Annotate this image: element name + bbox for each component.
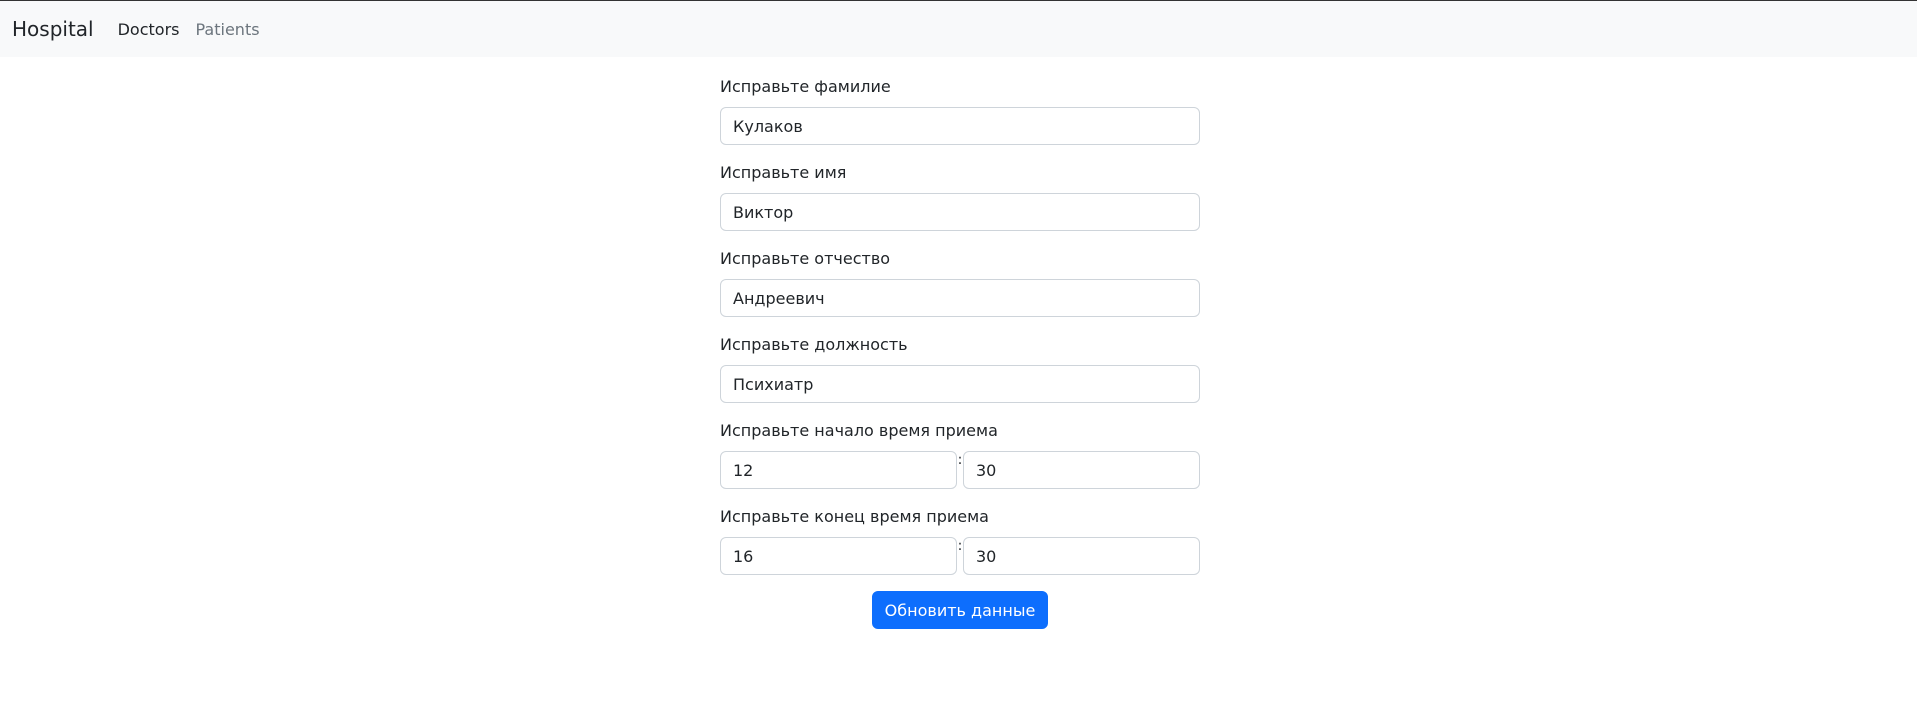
- end-minutes-input[interactable]: [963, 537, 1200, 575]
- end-time-label: Исправьте конец время приема: [720, 507, 989, 526]
- name-input[interactable]: [720, 193, 1200, 231]
- start-time-label: Исправьте начало время приема: [720, 421, 998, 440]
- submit-row: Обновить данные: [720, 591, 1200, 629]
- position-group: Исправьте должность: [720, 335, 1200, 403]
- start-time-group: Исправьте начало время приема :: [720, 421, 1200, 489]
- start-time-row: :: [720, 451, 1200, 489]
- surname-label: Исправьте фамилие: [720, 77, 891, 96]
- navbar-brand[interactable]: Hospital: [12, 1, 94, 57]
- patronymic-input[interactable]: [720, 279, 1200, 317]
- end-time-row: :: [720, 537, 1200, 575]
- navbar: Hospital Doctors Patients: [0, 1, 1917, 57]
- position-input[interactable]: [720, 365, 1200, 403]
- end-hours-input[interactable]: [720, 537, 957, 575]
- nav-link-doctors[interactable]: Doctors: [118, 20, 180, 39]
- name-label: Исправьте имя: [720, 163, 847, 182]
- update-data-button[interactable]: Обновить данные: [871, 591, 1049, 629]
- end-time-group: Исправьте конец время приема :: [720, 507, 1200, 575]
- patronymic-label: Исправьте отчество: [720, 249, 891, 268]
- surname-group: Исправьте фамилие: [720, 77, 1200, 145]
- name-group: Исправьте имя: [720, 163, 1200, 231]
- nav-link-patients[interactable]: Patients: [196, 20, 260, 39]
- surname-input[interactable]: [720, 107, 1200, 145]
- start-minutes-input[interactable]: [963, 451, 1200, 489]
- edit-doctor-form: Исправьте фамилие Исправьте имя Исправьт…: [720, 57, 1200, 629]
- start-hours-input[interactable]: [720, 451, 957, 489]
- position-label: Исправьте должность: [720, 335, 908, 354]
- patronymic-group: Исправьте отчество: [720, 249, 1200, 317]
